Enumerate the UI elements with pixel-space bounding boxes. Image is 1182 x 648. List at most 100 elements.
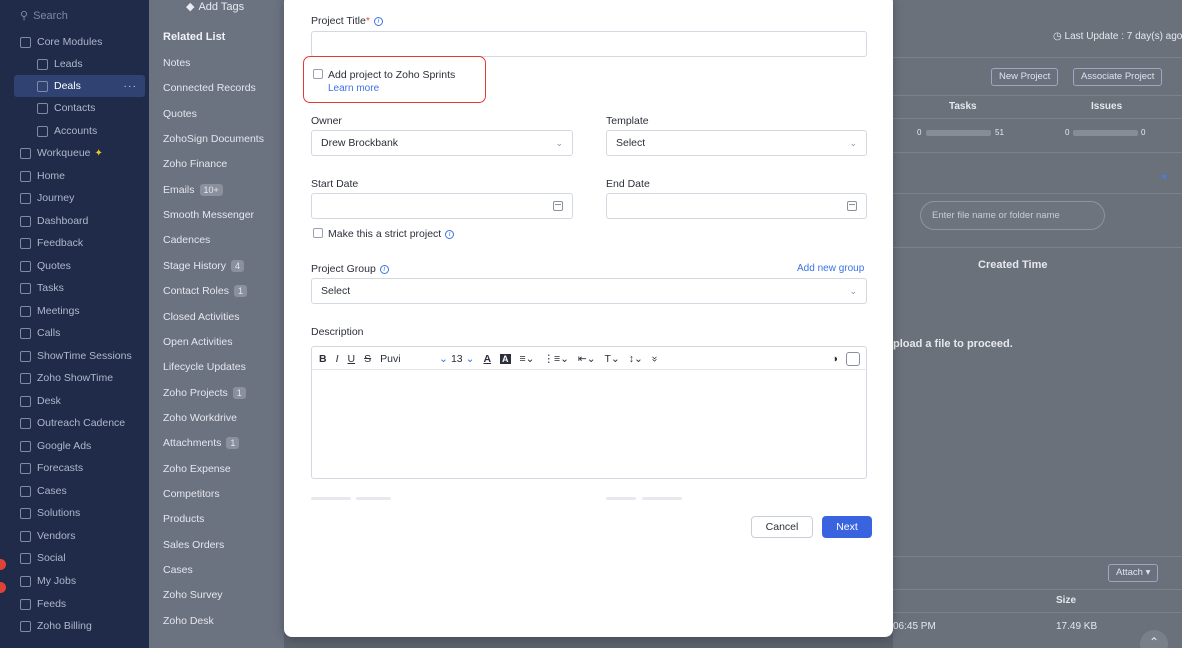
sidebar-item-cases[interactable]: Cases [0,480,149,502]
related-item-attachments[interactable]: Attachments 1 [163,437,240,450]
add-new-group-link[interactable]: Add new group [797,263,864,274]
more-options-icon[interactable]: ··· [124,80,138,92]
font-size-select[interactable]: 13 [451,353,463,365]
sidebar-item-feeds[interactable]: Feeds [0,593,149,615]
align-icon[interactable]: ≡⌄ [520,353,535,365]
related-item-closed-activities[interactable]: Closed Activities [163,311,239,323]
end-date-input[interactable] [606,193,867,219]
start-date-input[interactable] [311,193,573,219]
description-editor[interactable] [311,369,867,479]
sidebar-item-desk[interactable]: Desk [0,390,149,412]
related-item-smooth-messenger[interactable]: Smooth Messenger [163,209,254,221]
sidebar-item-google-ads[interactable]: Google Ads [0,435,149,457]
related-item-zoho-finance[interactable]: Zoho Finance [163,158,227,170]
related-item-notes[interactable]: Notes [163,57,190,69]
next-button[interactable]: Next [822,516,872,538]
calendar-icon[interactable] [847,201,857,211]
sidebar-item-social[interactable]: Social [0,547,149,569]
info-icon[interactable]: i [445,229,455,239]
sidebar-item-my-jobs[interactable]: My Jobs [0,570,149,592]
owner-select[interactable]: Drew Brockbank ⌄ [311,130,573,156]
sidebar-item-vendors[interactable]: Vendors [0,525,149,547]
sidebar-item-label: Cases [37,485,67,497]
fullscreen-icon[interactable] [846,351,860,366]
related-item-contact-roles[interactable]: Contact Roles 1 [163,285,247,298]
related-item-stage-history[interactable]: Stage History 4 [163,259,245,272]
indent-icon[interactable]: ⇤⌄ [578,353,596,365]
sidebar-search[interactable]: ⚲ Search [20,9,68,23]
info-icon[interactable]: i [379,264,389,274]
line-height-icon[interactable]: ↕⌄ [629,353,643,365]
sidebar-item-workqueue[interactable]: Workqueue ✦ [0,142,149,164]
sidebar-item-showtime-sessions[interactable]: ShowTime Sessions [0,345,149,367]
background-color-button[interactable]: A [500,353,511,364]
underline-button[interactable]: U [348,353,356,365]
theme-toggle-icon[interactable]: ◑ [832,353,838,365]
chevron-down-icon[interactable]: ⌄ [439,353,448,365]
sidebar-item-contacts[interactable]: Contacts [0,97,149,119]
bullet-list-icon[interactable]: ⋮≡⌄ [543,353,568,365]
sidebar-item-label: Workqueue [37,147,91,159]
caret-down-icon[interactable]: ▼ [1160,172,1169,182]
sprints-checkbox[interactable] [313,69,323,82]
strikethrough-button[interactable]: S [364,353,371,365]
sidebar-item-leads[interactable]: Leads [0,53,149,75]
related-item-zoho-expense[interactable]: Zoho Expense [163,463,231,475]
sidebar-item-outreach-cadence[interactable]: Outreach Cadence [0,412,149,434]
sidebar-item-deals[interactable]: Deals ··· [14,75,145,97]
sidebar-item-tasks[interactable]: Tasks [0,277,149,299]
sidebar-item-meetings[interactable]: Meetings [0,300,149,322]
sidebar-item-zoho-billing[interactable]: Zoho Billing [0,615,149,637]
related-item-lifecycle-updates[interactable]: Lifecycle Updates [163,361,246,373]
attach-button[interactable]: Attach ▾ [1108,564,1159,582]
font-family-select[interactable]: Puvi [380,353,430,365]
related-item-label: Quotes [163,107,197,120]
strict-project-checkbox[interactable] [313,228,323,241]
sidebar-item-zoho-showtime[interactable]: Zoho ShowTime [0,367,149,389]
related-item-competitors[interactable]: Competitors [163,488,220,500]
my-jobs-icon [20,575,31,587]
sidebar-item-journey[interactable]: Journey [0,187,149,209]
sidebar-item-quotes[interactable]: Quotes [0,255,149,277]
template-select[interactable]: Select ⌄ [606,130,867,156]
bold-button[interactable]: B [319,353,327,365]
related-item-zoho-desk[interactable]: Zoho Desk [163,615,214,627]
info-icon[interactable]: i [373,16,383,26]
related-item-connected-records[interactable]: Connected Records [163,82,256,94]
sidebar-item-solutions[interactable]: Solutions [0,502,149,524]
project-title-input[interactable] [311,31,867,57]
sidebar-item-dashboard[interactable]: Dashboard [0,210,149,232]
create-project-dialog: Project Title* i Add project to Zoho Spri… [284,0,893,637]
clear-format-icon[interactable]: T⌄ [605,353,620,365]
related-item-emails[interactable]: Emails 10+ [163,183,223,196]
related-item-quotes[interactable]: Quotes [163,108,197,120]
sidebar-item-feedback[interactable]: Feedback [0,232,149,254]
related-item-sales-orders[interactable]: Sales Orders [163,539,224,551]
related-item-zoho-projects[interactable]: Zoho Projects 1 [163,386,246,399]
cancel-button[interactable]: Cancel [751,516,813,538]
related-item-products[interactable]: Products [163,513,204,525]
learn-more-link[interactable]: Learn more [328,83,379,94]
related-item-cadences[interactable]: Cadences [163,234,210,246]
related-item-label: Zoho Projects [163,386,228,399]
sidebar-item-accounts[interactable]: Accounts [0,120,149,142]
sidebar-item-home[interactable]: Home [0,165,149,187]
sidebar-item-core-modules[interactable]: Core Modules [0,31,149,53]
chevron-down-icon[interactable]: ⌄ [466,353,475,365]
sidebar-item-forecasts[interactable]: Forecasts [0,457,149,479]
add-tags-button[interactable]: ◆ Add Tags [186,0,244,14]
project-group-select[interactable]: Select ⌄ [311,278,867,304]
italic-button[interactable]: I [336,353,339,365]
related-item-zoho-survey[interactable]: Zoho Survey [163,589,223,601]
related-item-cases[interactable]: Cases [163,564,193,576]
more-options-icon[interactable]: » [649,356,661,362]
sidebar-item-calls[interactable]: Calls [0,322,149,344]
text-color-button[interactable]: A [483,353,491,365]
associate-project-button[interactable]: Associate Project [1073,68,1163,86]
related-item-zoho-workdrive[interactable]: Zoho Workdrive [163,412,237,424]
new-project-button[interactable]: New Project [991,68,1059,86]
related-item-open-activities[interactable]: Open Activities [163,336,232,348]
file-search-input[interactable]: Enter file name or folder name [920,201,1105,230]
related-item-zohosign-documents[interactable]: ZohoSign Documents [163,133,264,145]
calendar-icon[interactable] [553,201,563,211]
